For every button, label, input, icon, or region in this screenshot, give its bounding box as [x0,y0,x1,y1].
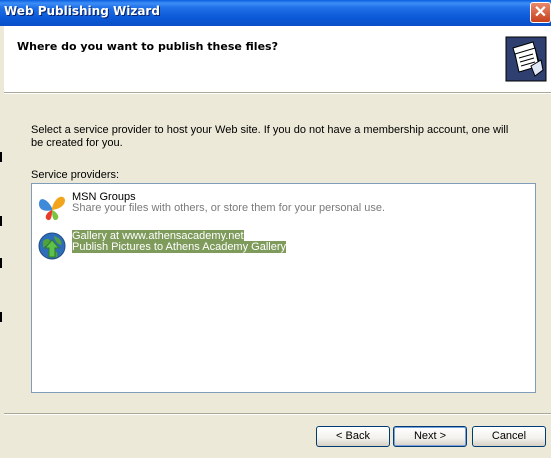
next-button[interactable]: Next > [393,426,467,447]
back-button[interactable]: < Back [316,426,390,447]
footer-divider [4,413,551,415]
service-providers-label: Service providers: [31,169,120,181]
edge-mark [0,258,2,268]
close-button[interactable]: ✕ [530,2,551,23]
edge-mark [0,216,2,226]
title-bar[interactable]: Web Publishing Wizard ✕ [0,0,551,26]
provider-description: Share your files with others, or store t… [72,202,386,214]
service-providers-list[interactable]: MSN Groups Share your files with others,… [31,183,536,393]
instructions-text: Select a service provider to host your W… [31,124,509,149]
edge-mark [0,152,2,162]
header-divider [4,92,551,94]
publishing-wizard-icon [505,36,547,82]
edge-mark [0,312,2,322]
provider-description: Publish Pictures to Athens Academy Galle… [72,241,286,253]
wizard-window: Web Publishing Wizard ✕ Where do you wan… [0,0,551,458]
list-item[interactable]: MSN Groups Share your files with others,… [35,189,435,223]
cancel-button[interactable]: Cancel [472,426,546,447]
wizard-header: Where do you want to publish these files… [4,26,551,92]
page-title: Where do you want to publish these files… [17,40,278,53]
close-icon: ✕ [533,4,548,21]
msn-butterfly-icon [39,196,65,221]
globe-upload-icon [38,232,66,260]
list-item[interactable]: Gallery at www.athensacademy.net Publish… [35,228,335,262]
window-title: Web Publishing Wizard [4,4,160,18]
